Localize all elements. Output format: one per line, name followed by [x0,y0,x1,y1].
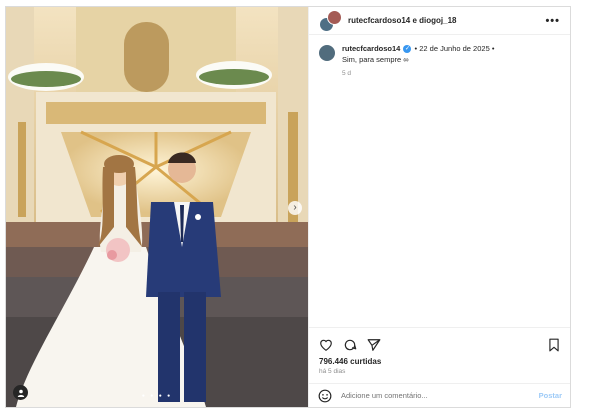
verified-badge-icon: ✓ [403,45,412,54]
comment-bar: Postar [309,383,570,407]
comment-icon[interactable] [343,338,357,352]
caption-date: • 22 de Junho de 2025 • [414,44,495,53]
caption-age: 5 d [342,70,352,77]
avatar [327,9,342,25]
share-icon[interactable] [367,338,381,352]
caption-username[interactable]: rutecfcardoso14 [342,44,400,53]
avatar[interactable] [319,45,335,61]
next-photo-button[interactable]: › [288,201,302,215]
post-side-panel: rutecfcardoso14 e diogoj_18 ••• rutecfca… [308,7,570,407]
instagram-post-dialog: › ● ● ● ● rutecfcardoso14 e diogoj_18 ••… [5,6,571,408]
more-options-icon[interactable]: ••• [545,15,560,27]
carousel-dots: ● ● ● ● [141,393,173,399]
wedding-photo [6,7,308,407]
caption-text: Sim, para sempre ∞ [342,55,409,64]
likes-count[interactable]: 796.446 curtidas [319,357,561,366]
post-authors[interactable]: rutecfcardoso14 e diogoj_18 [348,16,545,25]
post-time: há 5 dias [319,368,346,375]
post-photo[interactable]: › ● ● ● ● [6,7,308,407]
heart-icon[interactable] [319,338,333,352]
caption-block: rutecfcardoso14 ✓ • 22 de Junho de 2025 … [309,35,570,87]
post-comment-button[interactable]: Postar [539,391,562,400]
comment-input[interactable] [339,390,539,401]
emoji-icon[interactable] [318,389,332,403]
author-avatars[interactable] [319,9,342,32]
bookmark-icon[interactable] [547,338,561,352]
post-header: rutecfcardoso14 e diogoj_18 ••• [309,7,570,35]
post-actions: 796.446 curtidas há 5 dias [309,327,570,383]
